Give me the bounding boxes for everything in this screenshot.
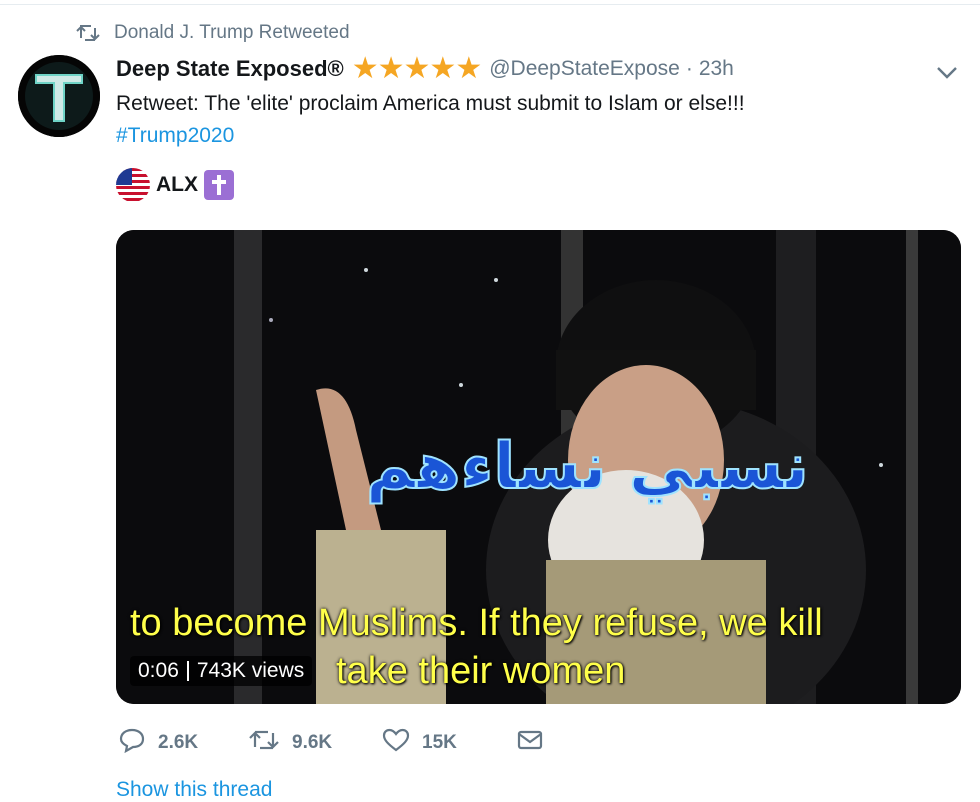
tweet-actions: 2.6K 9.6K 15K xyxy=(118,727,544,759)
envelope-icon xyxy=(516,727,544,759)
like-count: 15K xyxy=(422,732,457,753)
retweet-icon xyxy=(76,23,100,43)
reply-count: 2.6K xyxy=(158,732,199,753)
retweet-context-text[interactable]: Donald J. Trump Retweeted xyxy=(114,22,350,44)
video-duration: 0:06 xyxy=(138,659,179,682)
video-views: 743K views xyxy=(196,659,305,682)
quoted-user-name[interactable]: ALX xyxy=(156,173,198,197)
latin-cross-icon xyxy=(204,170,234,200)
heart-icon xyxy=(382,727,410,759)
us-flag-avatar xyxy=(116,168,150,202)
arabic-caption: نسبي نساءهم xyxy=(365,429,810,505)
retweet-button[interactable]: 9.6K xyxy=(248,727,382,759)
show-thread-link[interactable]: Show this thread xyxy=(116,778,272,802)
retweet-context: Donald J. Trump Retweeted xyxy=(76,22,350,44)
retweet-count: 9.6K xyxy=(292,732,333,753)
quoted-user[interactable]: ALX xyxy=(116,168,234,202)
video-info-badge: 0:06 743K views xyxy=(130,656,313,686)
hashtag-link[interactable]: #Trump2020 xyxy=(116,120,956,152)
tweet-header: Deep State Exposed® ★★★★★ @DeepStateExpo… xyxy=(116,54,966,84)
reply-icon xyxy=(118,727,146,759)
separator-dot: · xyxy=(685,57,693,80)
reply-button[interactable]: 2.6K xyxy=(118,727,248,759)
tweet-timestamp[interactable]: 23h xyxy=(699,57,734,81)
like-button[interactable]: 15K xyxy=(382,727,516,759)
chevron-down-icon[interactable] xyxy=(933,60,961,84)
author-handle[interactable]: @DeepStateExpose xyxy=(489,57,680,81)
star-emoji-row: ★★★★★ xyxy=(351,52,482,85)
direct-message-button[interactable] xyxy=(516,727,544,759)
badge-separator xyxy=(186,661,189,681)
video-player[interactable]: نسبي نساءهم to become Muslims. If they r… xyxy=(116,230,961,704)
tweet-text: Retweet: The 'elite' proclaim America mu… xyxy=(116,88,956,152)
video-subtitle-line-1: to become Muslims. If they refuse, we ki… xyxy=(130,602,823,644)
author-display-name[interactable]: Deep State Exposed® xyxy=(116,56,344,82)
video-subtitle-line-2: take their women xyxy=(336,650,626,692)
retweet-action-icon xyxy=(248,727,280,759)
tweet-body: Retweet: The 'elite' proclaim America mu… xyxy=(116,92,745,115)
top-divider xyxy=(0,4,980,5)
author-avatar[interactable] xyxy=(18,55,100,137)
